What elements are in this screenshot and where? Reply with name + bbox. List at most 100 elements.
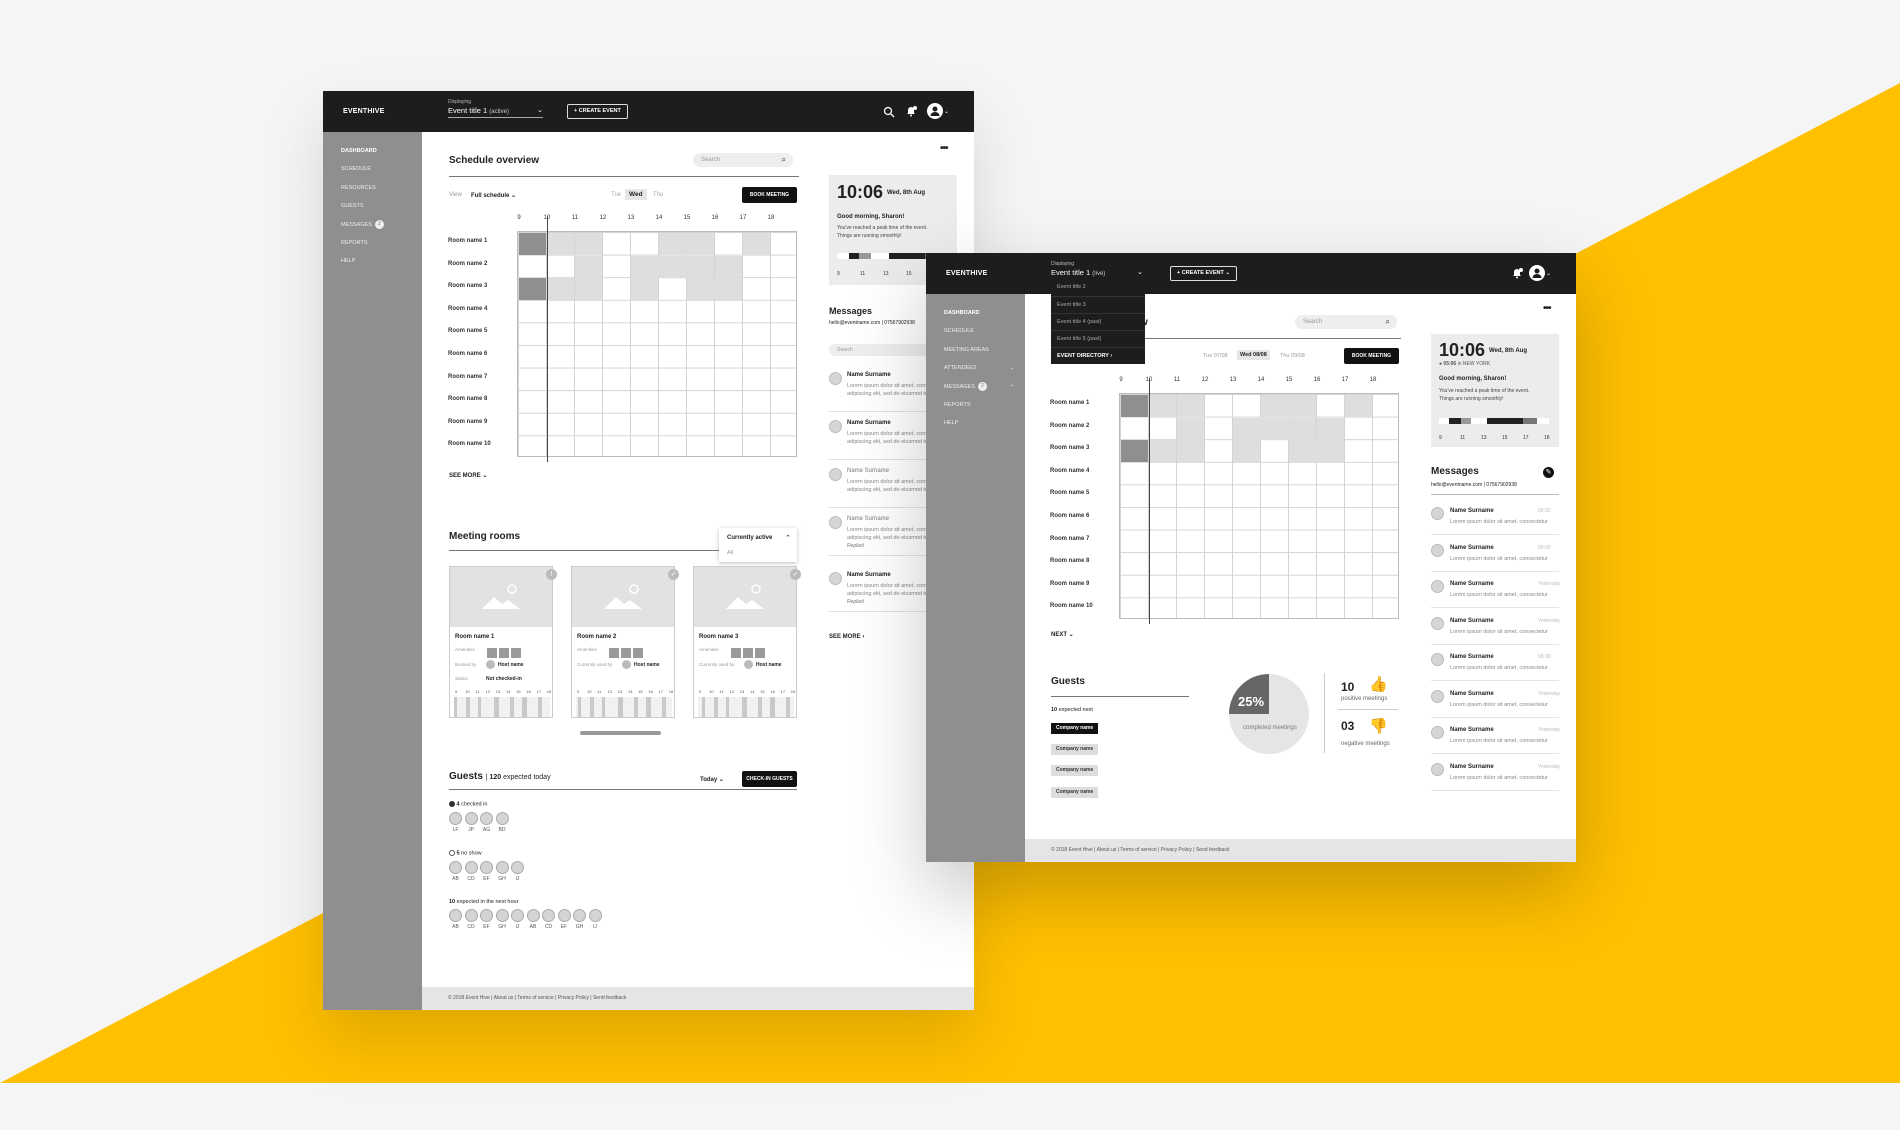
- guest-avatar[interactable]: [495, 812, 509, 825]
- user-avatar-icon[interactable]: ⌄: [1528, 263, 1552, 283]
- message-sender[interactable]: Name Surname: [1450, 508, 1494, 514]
- booking-block[interactable]: [1345, 395, 1372, 417]
- compose-icon[interactable]: ✎: [1543, 467, 1554, 478]
- booking-block[interactable]: [631, 255, 714, 278]
- booking-block[interactable]: [1149, 395, 1176, 417]
- event-selector[interactable]: Event title 1 (active) ⌄: [448, 106, 543, 118]
- book-meeting-button[interactable]: BOOK MEETING: [1344, 348, 1399, 364]
- create-event-button[interactable]: + CREATE EVENT: [567, 104, 628, 119]
- guest-avatar[interactable]: [588, 909, 602, 922]
- brand-logo[interactable]: EVENTHIVE: [946, 270, 987, 277]
- guest-avatar[interactable]: [449, 909, 462, 922]
- room-label[interactable]: Room name 9: [448, 419, 487, 425]
- event-dropdown-menu[interactable]: Event title 2 Event title 3 Event title …: [1051, 279, 1145, 364]
- nav-dashboard[interactable]: DASHBOARD: [341, 148, 377, 154]
- booking-block[interactable]: [575, 233, 602, 255]
- event-option[interactable]: Event title 4 (past): [1051, 313, 1145, 330]
- guest-avatar[interactable]: [449, 812, 462, 825]
- notification-icon[interactable]: [1511, 267, 1523, 279]
- room-label[interactable]: Room name 1: [448, 238, 487, 244]
- guest-avatar[interactable]: [480, 812, 493, 825]
- nav-messages[interactable]: MESSAGES 2: [341, 220, 384, 229]
- room-label[interactable]: Room name 7: [1050, 536, 1089, 542]
- guest-avatar[interactable]: [511, 909, 524, 922]
- room-card[interactable]: ✓ Room name 3 Amenities Currently used by Ho…: [693, 566, 801, 718]
- guest-avatar[interactable]: [495, 909, 509, 922]
- booking-block[interactable]: [1317, 417, 1344, 440]
- booking-block[interactable]: [1149, 440, 1176, 462]
- event-option[interactable]: Event title 5 (past): [1051, 330, 1145, 347]
- day-tab-wed[interactable]: Wed 08/08: [1237, 350, 1270, 360]
- notification-icon[interactable]: [905, 105, 917, 117]
- booking-block[interactable]: [659, 233, 714, 255]
- nav-reports[interactable]: REPORTS: [944, 402, 971, 408]
- day-tab-wed[interactable]: Wed: [625, 189, 647, 200]
- messages-see-more-link[interactable]: SEE MORE ›: [829, 634, 864, 640]
- message-sender[interactable]: Name Surname: [1450, 581, 1494, 587]
- carousel-scrollbar[interactable]: [580, 731, 661, 735]
- event-option[interactable]: Event title 3: [1051, 296, 1145, 313]
- nav-meeting-areas[interactable]: MEETING AREAS: [944, 347, 989, 353]
- booking-block[interactable]: [1261, 395, 1316, 417]
- more-options-icon[interactable]: •••: [1543, 303, 1551, 314]
- room-label[interactable]: Room name 8: [1050, 558, 1089, 564]
- company-tag[interactable]: Company name: [1051, 787, 1099, 798]
- booking-block[interactable]: [631, 278, 658, 300]
- nav-attendees[interactable]: ATTENDEES ⌄: [944, 365, 1014, 371]
- guest-avatar[interactable]: [511, 861, 524, 874]
- next-link[interactable]: NEXT ⌄: [1051, 631, 1074, 638]
- message-sender[interactable]: Name Surname: [1450, 545, 1494, 551]
- room-label[interactable]: Room name 8: [448, 396, 487, 402]
- message-sender[interactable]: Name Surname: [847, 420, 891, 426]
- booking-block[interactable]: [575, 278, 602, 300]
- event-option[interactable]: Event title 2: [1051, 279, 1145, 296]
- guest-avatar[interactable]: [464, 861, 478, 874]
- booking-block[interactable]: [1177, 417, 1204, 440]
- guest-avatar[interactable]: [557, 909, 571, 922]
- check-in-guests-button[interactable]: CHECK-IN GUESTS: [742, 771, 797, 787]
- nav-reports[interactable]: REPORTS: [341, 240, 368, 246]
- schedule-grid[interactable]: [517, 231, 797, 457]
- create-event-button[interactable]: + CREATE EVENT ⌄: [1170, 266, 1237, 281]
- more-options-icon[interactable]: •••: [940, 143, 948, 154]
- room-label[interactable]: Room name 4: [448, 306, 487, 312]
- message-sender[interactable]: Name Surname: [1450, 727, 1494, 733]
- day-tab-tue[interactable]: Tue 07/08: [1203, 353, 1228, 359]
- booking-block[interactable]: [1121, 395, 1148, 417]
- message-sender[interactable]: Name Surname: [847, 468, 889, 474]
- room-label[interactable]: Room name 2: [1050, 423, 1089, 429]
- booking-block[interactable]: [1177, 440, 1204, 462]
- guest-avatar[interactable]: [480, 861, 493, 874]
- company-tag[interactable]: Company name: [1051, 765, 1099, 776]
- nav-dashboard[interactable]: DASHBOARD: [944, 310, 980, 316]
- message-sender[interactable]: Name Surname: [847, 516, 889, 522]
- message-sender[interactable]: Name Surname: [1450, 691, 1494, 697]
- guest-avatar[interactable]: [464, 812, 478, 825]
- book-meeting-button[interactable]: BOOK MEETING: [742, 187, 797, 203]
- nav-help[interactable]: HELP: [944, 420, 958, 426]
- nav-schedule[interactable]: SCHEDULE: [341, 166, 371, 172]
- room-label[interactable]: Room name 10: [448, 441, 491, 447]
- nav-help[interactable]: HELP: [341, 258, 355, 264]
- guest-avatar[interactable]: [464, 909, 478, 922]
- message-sender[interactable]: Name Surname: [1450, 618, 1494, 624]
- nav-schedule[interactable]: SCHEDULE: [944, 328, 974, 334]
- brand-logo[interactable]: EVENTHIVE: [343, 108, 384, 115]
- booking-block[interactable]: [1233, 417, 1316, 440]
- booking-block[interactable]: [547, 233, 574, 255]
- see-more-link[interactable]: SEE MORE ⌄: [449, 472, 487, 479]
- filter-selected[interactable]: Currently active: [727, 535, 772, 541]
- room-label[interactable]: Room name 3: [1050, 445, 1089, 451]
- room-card[interactable]: ✓ Room name 2 Amenities Currently used by Ho…: [571, 566, 679, 718]
- user-avatar-icon[interactable]: ⌄: [926, 101, 948, 121]
- day-tab-tue[interactable]: Tue: [611, 192, 621, 198]
- room-label[interactable]: Room name 6: [1050, 513, 1089, 519]
- day-tab-thu[interactable]: Thu: [653, 192, 663, 198]
- booking-block[interactable]: [743, 233, 770, 255]
- guest-avatar[interactable]: [480, 909, 493, 922]
- room-label[interactable]: Room name 5: [448, 328, 487, 334]
- room-label[interactable]: Room name 1: [1050, 400, 1089, 406]
- nav-guests[interactable]: GUESTS: [341, 203, 364, 209]
- nav-messages[interactable]: MESSAGES 2 ⌄: [944, 382, 1014, 391]
- nav-resources[interactable]: RESOURCES: [341, 185, 376, 191]
